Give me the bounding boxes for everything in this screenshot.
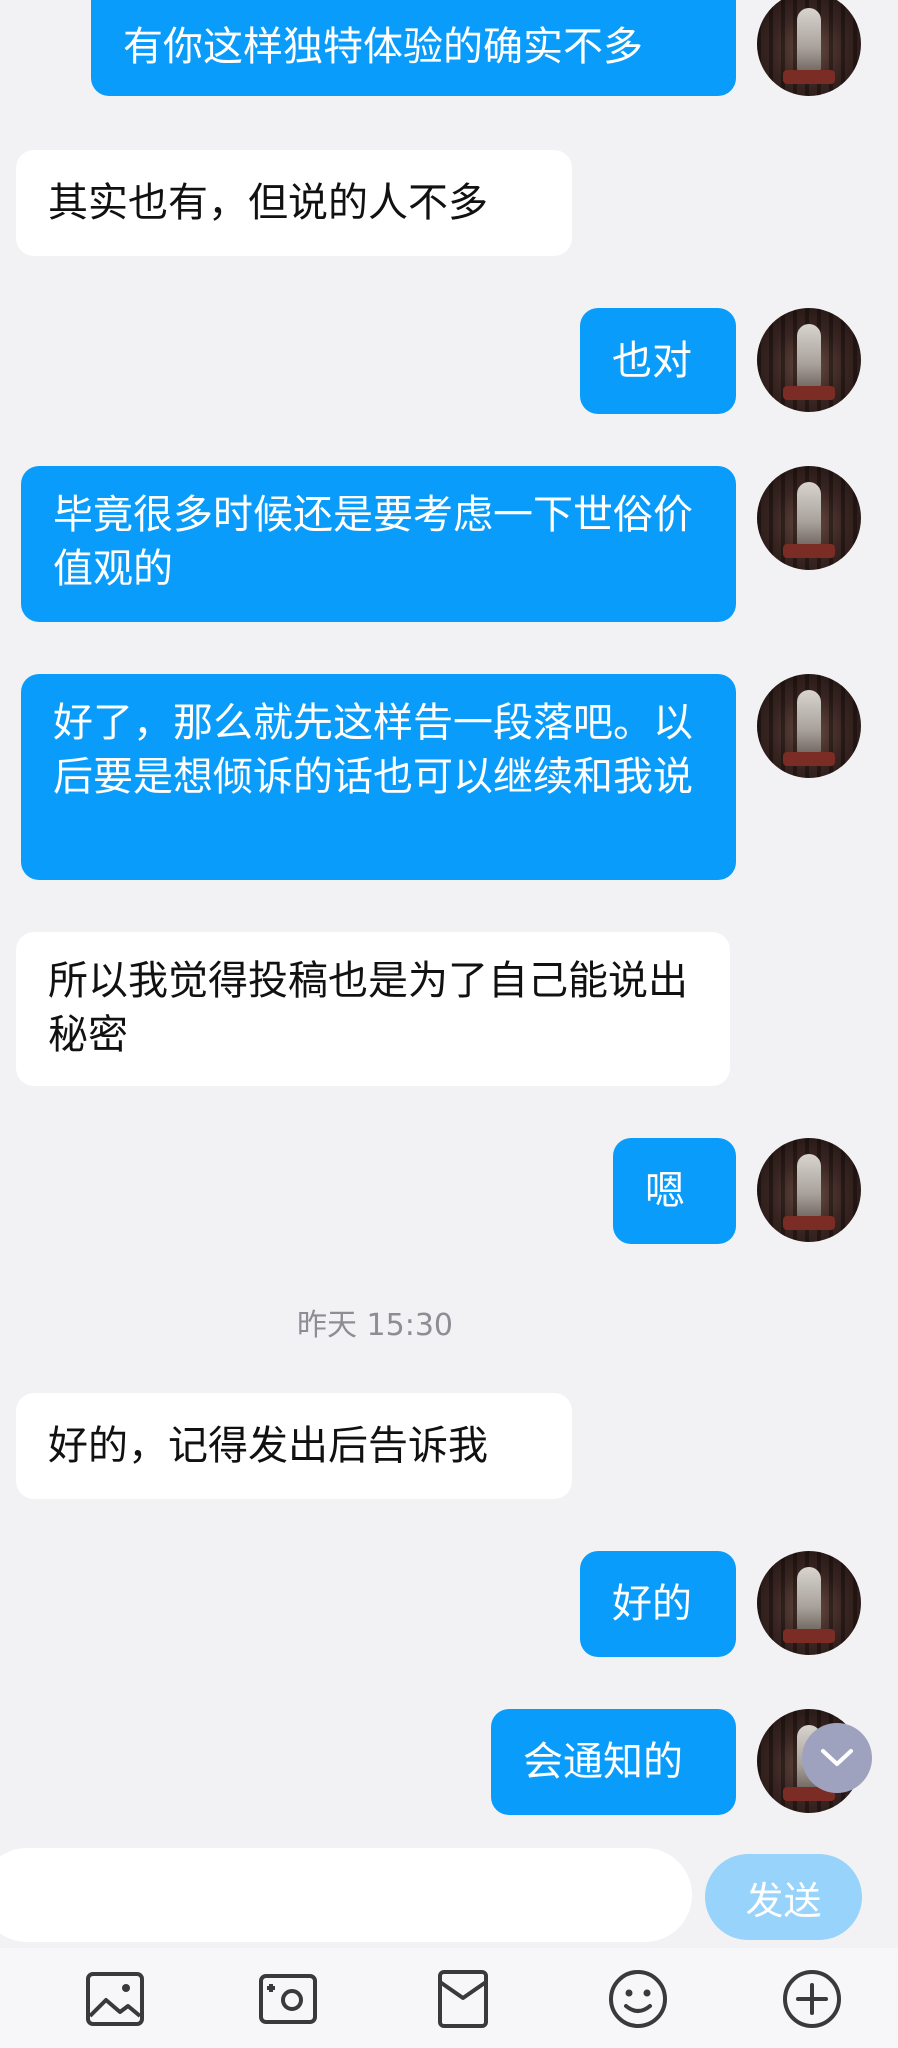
- plus-icon: [783, 1970, 841, 2028]
- red-packet-icon: [438, 1970, 488, 2028]
- image-button[interactable]: [80, 1966, 150, 2032]
- avatar[interactable]: [757, 466, 861, 570]
- avatar[interactable]: [757, 1551, 861, 1655]
- message-bubble-outgoing[interactable]: 会通知的: [491, 1709, 736, 1815]
- message-bubble-outgoing[interactable]: 也对: [580, 308, 736, 414]
- input-area: 发送: [0, 1830, 898, 1948]
- chevron-down-icon: [821, 1749, 853, 1766]
- message-bubble-incoming[interactable]: 所以我觉得投稿也是为了自己能说出秘密: [16, 932, 730, 1086]
- message-bubble-incoming[interactable]: 其实也有，但说的人不多: [16, 150, 572, 256]
- red-packet-button[interactable]: [428, 1966, 498, 2032]
- emoji-button[interactable]: [603, 1966, 673, 2032]
- avatar[interactable]: [757, 308, 861, 412]
- avatar[interactable]: [757, 1138, 861, 1242]
- emoji-icon: [609, 1970, 667, 2028]
- timestamp: 昨天 15:30: [297, 1308, 453, 1343]
- camera-icon: [259, 1974, 317, 2024]
- message-bubble-outgoing[interactable]: 有你这样独特体验的确实不多: [91, 0, 736, 96]
- send-button[interactable]: 发送: [705, 1854, 862, 1940]
- more-button[interactable]: [777, 1966, 847, 2032]
- image-icon: [86, 1972, 144, 2026]
- message-bubble-outgoing[interactable]: 好了，那么就先这样告一段落吧。以后要是想倾诉的话也可以继续和我说: [21, 674, 736, 880]
- camera-button[interactable]: [253, 1966, 323, 2032]
- avatar[interactable]: [757, 0, 861, 96]
- message-input[interactable]: [0, 1848, 692, 1942]
- message-bubble-outgoing[interactable]: 毕竟很多时候还是要考虑一下世俗价值观的: [21, 466, 736, 622]
- message-bubble-incoming[interactable]: 好的，记得发出后告诉我: [16, 1393, 572, 1499]
- message-bubble-outgoing[interactable]: 嗯: [613, 1138, 736, 1244]
- avatar[interactable]: [757, 674, 861, 778]
- bottom-toolbar: [0, 1948, 898, 2048]
- scroll-to-bottom-button[interactable]: [802, 1723, 872, 1793]
- message-bubble-outgoing[interactable]: 好的: [580, 1551, 736, 1657]
- chat-area[interactable]: 有你这样独特体验的确实不多 其实也有，但说的人不多 也对 毕竟很多时候还是要考虑…: [0, 0, 898, 1830]
